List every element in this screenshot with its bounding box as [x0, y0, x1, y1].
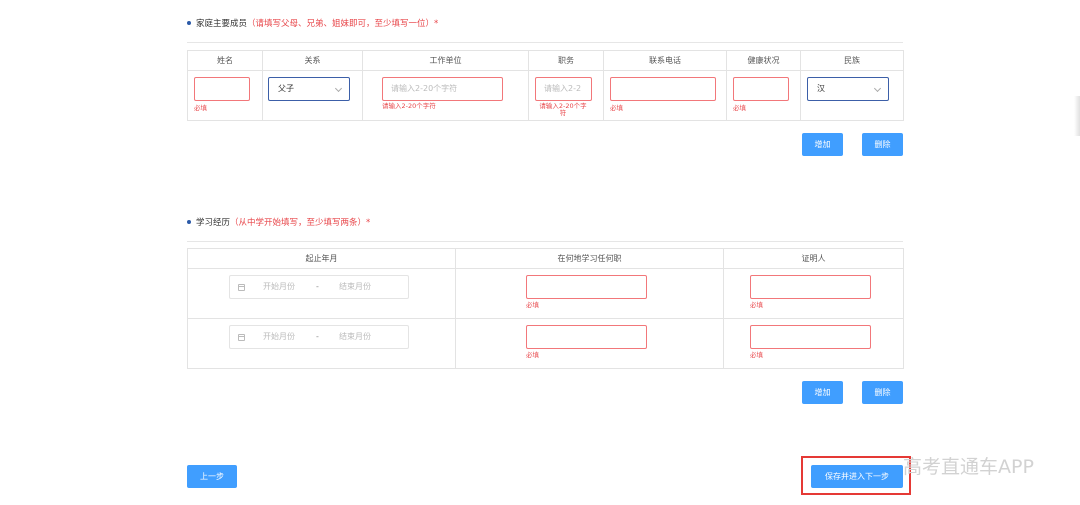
chevron-down-icon — [334, 84, 343, 93]
cell-position: 请输入2-2 请输入2-20个字符 — [528, 70, 604, 121]
scroll-edge-shadow — [1074, 96, 1080, 136]
place-input[interactable] — [526, 325, 647, 349]
family-hint: （请填写父母、兄弟、姐妹即可，至少填写一位）* — [247, 19, 439, 29]
header-witness: 证明人 — [723, 248, 904, 269]
save-next-button[interactable]: 保存并进入下一步 — [811, 465, 903, 488]
position-error: 请输入2-20个字符 — [539, 102, 587, 117]
date-range-picker[interactable]: 开始月份 - 结束月份 — [229, 275, 409, 299]
date-range-picker[interactable]: 开始月份 - 结束月份 — [229, 325, 409, 349]
cell-health: 必填 — [726, 70, 801, 121]
family-add-button[interactable]: 增加 — [802, 133, 843, 156]
header-ethnicity: 民族 — [800, 50, 904, 71]
employer-error: 请输入2-20个字符 — [382, 102, 436, 110]
name-input[interactable] — [194, 77, 250, 101]
employer-input[interactable]: 请输入2-20个字符 — [382, 77, 503, 101]
bullet-icon — [187, 20, 191, 25]
family-divider — [187, 42, 903, 43]
phone-input[interactable] — [610, 77, 716, 101]
health-error: 必填 — [733, 104, 746, 112]
relation-select[interactable]: 父子 — [268, 77, 350, 101]
table-row: 必填 父子 请输入2-20个字符 请输入2-20个字符 请输入2-2 请输入2-… — [187, 70, 904, 121]
place-error: 必填 — [526, 301, 539, 309]
cell-period: 开始月份 - 结束月份 — [187, 268, 456, 319]
header-position: 职务 — [528, 50, 604, 71]
table-row: 开始月份 - 结束月份 必填 必填 — [187, 318, 904, 369]
cell-place: 必填 — [455, 268, 724, 319]
witness-input[interactable] — [750, 325, 871, 349]
ethnicity-value: 汉 — [817, 84, 825, 93]
header-relation: 关系 — [262, 50, 363, 71]
cell-witness: 必填 — [723, 268, 904, 319]
witness-error: 必填 — [750, 351, 763, 359]
name-error: 必填 — [194, 104, 207, 112]
chevron-down-icon — [873, 84, 882, 93]
start-month-placeholder: 开始月份 — [263, 282, 295, 291]
relation-value: 父子 — [278, 84, 294, 93]
end-month-placeholder: 结束月份 — [339, 282, 371, 291]
phone-error: 必填 — [610, 104, 623, 112]
prev-step-button[interactable]: 上一步 — [187, 465, 237, 488]
family-header-row: 姓名 关系 工作单位 职务 联系电话 健康状况 民族 — [187, 50, 904, 71]
study-section-title: 学习经历（从中学开始填写，至少填写两条）* — [187, 216, 370, 228]
cell-name: 必填 — [187, 70, 263, 121]
header-phone: 联系电话 — [603, 50, 727, 71]
cell-phone: 必填 — [603, 70, 727, 121]
header-name: 姓名 — [187, 50, 263, 71]
study-hint: （从中学开始填写，至少填写两条）* — [230, 218, 371, 228]
range-separator: - — [316, 282, 319, 291]
place-input[interactable] — [526, 275, 647, 299]
study-header-row: 起止年月 在何地学习任何职 证明人 — [187, 248, 904, 269]
study-delete-button[interactable]: 删除 — [862, 381, 903, 404]
cell-relation: 父子 — [262, 70, 363, 121]
cell-ethnicity: 汉 — [800, 70, 904, 121]
study-title-text: 学习经历 — [196, 218, 231, 228]
family-title-text: 家庭主要成员 — [196, 19, 248, 29]
family-section-title: 家庭主要成员（请填写父母、兄弟、姐妹即可，至少填写一位）* — [187, 17, 438, 29]
witness-input[interactable] — [750, 275, 871, 299]
cell-employer: 请输入2-20个字符 请输入2-20个字符 — [362, 70, 529, 121]
header-health: 健康状况 — [726, 50, 801, 71]
calendar-icon — [238, 284, 245, 291]
study-divider — [187, 241, 903, 242]
study-table: 起止年月 在何地学习任何职 证明人 开始月份 - 结束月份 必填 必填 开始月份… — [187, 248, 904, 369]
position-input[interactable]: 请输入2-2 — [535, 77, 592, 101]
watermark: 高考直通车APP — [903, 456, 1034, 478]
header-period: 起止年月 — [187, 248, 456, 269]
ethnicity-select[interactable]: 汉 — [807, 77, 889, 101]
header-employer: 工作单位 — [362, 50, 529, 71]
cell-witness: 必填 — [723, 318, 904, 369]
cell-place: 必填 — [455, 318, 724, 369]
start-month-placeholder: 开始月份 — [263, 332, 295, 341]
family-table: 姓名 关系 工作单位 职务 联系电话 健康状况 民族 必填 父子 请输入2-20… — [187, 50, 904, 121]
table-row: 开始月份 - 结束月份 必填 必填 — [187, 268, 904, 319]
bullet-icon — [187, 219, 191, 224]
witness-error: 必填 — [750, 301, 763, 309]
range-separator: - — [316, 332, 319, 341]
health-input[interactable] — [733, 77, 789, 101]
header-place: 在何地学习任何职 — [455, 248, 724, 269]
cell-period: 开始月份 - 结束月份 — [187, 318, 456, 369]
end-month-placeholder: 结束月份 — [339, 332, 371, 341]
calendar-icon — [238, 334, 245, 341]
place-error: 必填 — [526, 351, 539, 359]
family-delete-button[interactable]: 删除 — [862, 133, 903, 156]
study-add-button[interactable]: 增加 — [802, 381, 843, 404]
